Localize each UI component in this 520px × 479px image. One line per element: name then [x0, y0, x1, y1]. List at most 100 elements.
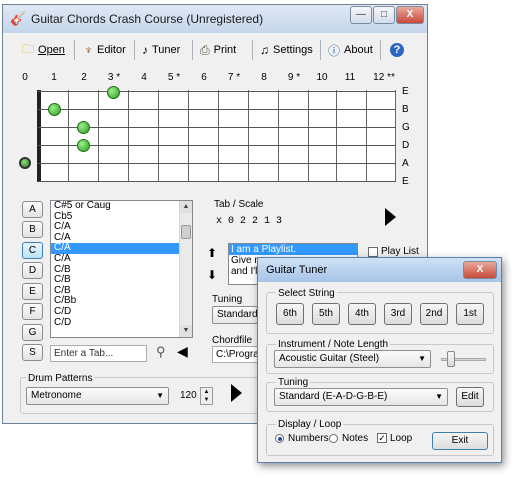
chord-list-item[interactable]: C/D: [51, 306, 192, 318]
fret-line: [158, 90, 159, 182]
chord-list-item[interactable]: C/B: [51, 264, 192, 276]
notes-radio-label: Notes: [342, 433, 369, 444]
chord-list-item[interactable]: C/A: [51, 232, 192, 244]
minimize-button[interactable]: —: [350, 6, 372, 24]
edit-tuning-button[interactable]: Edit: [456, 387, 484, 407]
move-down-icon[interactable]: ⬇: [207, 268, 217, 282]
note-length-slider-thumb[interactable]: [447, 351, 455, 367]
instrument-dropdown[interactable]: Acoustic Guitar (Steel) ▼: [274, 350, 431, 368]
string-name: G: [402, 122, 410, 133]
finger-position-dot: [77, 139, 90, 152]
open-label: Open: [38, 44, 65, 56]
fret-number: 11: [344, 72, 356, 83]
editor-button[interactable]: ♆ Editor: [84, 40, 126, 60]
move-up-icon[interactable]: ⬆: [207, 246, 217, 260]
letter-button-d[interactable]: D: [22, 262, 43, 279]
fret-number: 2: [81, 72, 87, 83]
title-bar[interactable]: 🎸 Guitar Chords Crash Course (Unregister…: [3, 5, 427, 33]
notes-radio[interactable]: [329, 434, 338, 443]
string-line: [38, 163, 396, 164]
drum-pattern-dropdown[interactable]: Metronome ▼: [26, 387, 169, 405]
tab-search-input[interactable]: Enter a Tab...: [50, 345, 147, 362]
guitar-editor-icon: ♆: [84, 43, 93, 57]
tuner-close-button[interactable]: X: [463, 261, 497, 279]
chord-list-scrollbar[interactable]: ▲ ▼: [179, 201, 192, 337]
numbers-radio[interactable]: [275, 434, 284, 443]
play-chord-icon[interactable]: [385, 208, 396, 226]
string-6th-button[interactable]: 6th: [276, 303, 304, 325]
guitar-app-icon: 🎸: [10, 11, 27, 26]
tempo-spinner[interactable]: ▲ ▼: [200, 387, 213, 405]
chord-list-item[interactable]: C/A: [51, 222, 192, 233]
chord-list-item[interactable]: Cb5: [51, 211, 192, 223]
chord-list-item[interactable]: C/D: [51, 317, 192, 329]
fret-number: 9 *: [287, 72, 301, 83]
drum-pattern-value: Metronome: [31, 390, 82, 401]
dropdown-arrow-icon: ▼: [418, 354, 426, 363]
select-string-label: Select String: [276, 288, 337, 299]
chord-list-item[interactable]: C#5 or Caug: [51, 201, 192, 212]
tuner-tuning-dropdown[interactable]: Standard (E-A-D-G-B-E) ▼: [274, 388, 448, 406]
open-button[interactable]: 🗀 Open: [22, 40, 65, 60]
drum-patterns-label: Drum Patterns: [26, 373, 95, 384]
letter-button-b[interactable]: B: [22, 221, 43, 238]
tuning-dropdown[interactable]: Standard (: [212, 306, 264, 324]
letter-button-e[interactable]: E: [22, 283, 43, 300]
chord-list-item-selected[interactable]: C/A: [51, 243, 192, 254]
letter-button-g[interactable]: G: [22, 324, 43, 341]
string-3rd-button[interactable]: 3rd: [384, 303, 412, 325]
fretboard-nut: [37, 90, 41, 182]
help-icon: ?: [390, 43, 404, 57]
magnifier-icon[interactable]: ⚲: [156, 344, 166, 360]
chord-list[interactable]: C#5 or Caug Cb5 C/A C/A C/A C/A C/B C/B …: [50, 200, 193, 338]
scroll-thumb[interactable]: [181, 225, 191, 239]
arrow-left-icon[interactable]: ◀: [177, 343, 188, 360]
settings-button[interactable]: ♫ Settings: [260, 40, 313, 60]
printer-icon: ⎙: [200, 42, 210, 57]
fret-number: 0: [22, 72, 28, 83]
string-name: A: [402, 158, 409, 169]
fret-number: 6: [201, 72, 207, 83]
tuner-title-bar[interactable]: Guitar Tuner X: [258, 258, 501, 282]
guitar-tuner-dialog: Guitar Tuner X Select String 6th 5th 4th…: [257, 257, 502, 463]
chord-list-item[interactable]: C/Bb: [51, 296, 192, 307]
letter-button-f[interactable]: F: [22, 303, 43, 320]
display-loop-label: Display / Loop: [276, 419, 344, 430]
maximize-button[interactable]: □: [373, 6, 395, 24]
loop-checkbox-label: Loop: [390, 433, 413, 444]
string-2nd-button[interactable]: 2nd: [420, 303, 448, 325]
chord-list-item[interactable]: C/A: [51, 253, 192, 265]
tab-scale-value: x 0 2 2 1 3: [216, 216, 283, 227]
scroll-up-icon[interactable]: ▲: [180, 201, 192, 213]
chordfile-path-field[interactable]: C:\Program: [212, 346, 258, 363]
music-note-icon: ♫: [260, 43, 269, 57]
fret-line: [128, 90, 129, 182]
toolbar-separator: [134, 40, 135, 60]
playlist-checkbox[interactable]: [368, 247, 378, 257]
tuner-button[interactable]: ♪ Tuner: [142, 40, 180, 60]
chord-list-item[interactable]: C/B: [51, 275, 192, 286]
string-5th-button[interactable]: 5th: [312, 303, 340, 325]
string-1st-button[interactable]: 1st: [456, 303, 484, 325]
fretboard[interactable]: [38, 90, 396, 182]
fret-number: 1: [51, 72, 57, 83]
playlist-line: I am a Playlist.: [229, 244, 357, 255]
loop-checkbox[interactable]: ✓: [377, 433, 387, 443]
string-4th-button[interactable]: 4th: [348, 303, 376, 325]
tempo-value[interactable]: 120: [180, 390, 197, 401]
print-button[interactable]: ⎙ Print: [200, 40, 236, 60]
exit-button[interactable]: Exit: [432, 432, 488, 450]
about-label: About: [344, 44, 373, 56]
letter-button-a[interactable]: A: [22, 201, 43, 218]
string-line: [38, 145, 396, 146]
fret-line: [98, 90, 99, 182]
letter-button-c[interactable]: C: [22, 242, 43, 259]
about-button[interactable]: ⓘ About: [328, 40, 373, 60]
close-button[interactable]: X: [396, 6, 424, 24]
fret-line: [68, 90, 69, 182]
play-drums-icon[interactable]: [231, 384, 242, 402]
scroll-down-icon[interactable]: ▼: [180, 325, 192, 337]
finger-position-dot: [107, 86, 120, 99]
help-button[interactable]: ?: [390, 40, 404, 60]
letter-button-s[interactable]: S: [22, 344, 43, 361]
